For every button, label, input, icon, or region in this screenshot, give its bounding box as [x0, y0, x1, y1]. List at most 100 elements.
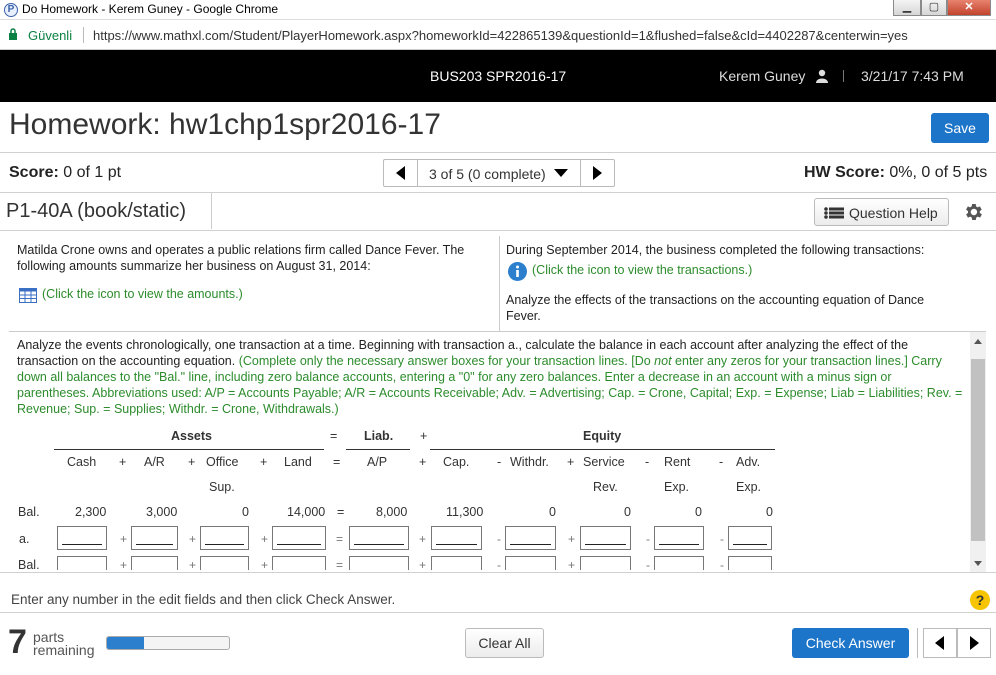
bal-cash-input[interactable] — [57, 556, 107, 570]
bal-office-sup-input[interactable] — [200, 556, 249, 570]
operator: + — [120, 532, 128, 546]
bal-ap-input[interactable] — [349, 556, 409, 570]
vertical-scrollbar[interactable] — [970, 332, 986, 572]
equity-header: Equity — [583, 429, 622, 443]
a-office-sup-input[interactable] — [200, 526, 249, 550]
operator: + — [260, 455, 268, 469]
answer-panel[interactable]: Analyze the events chronologically, one … — [9, 331, 986, 571]
operator: + — [261, 558, 269, 571]
problem-right-text: During September 2014, the business comp… — [506, 243, 925, 257]
equity-underline — [430, 449, 775, 450]
progress-fill — [107, 637, 144, 649]
a-ap-input[interactable] — [349, 526, 409, 550]
check-answer-button[interactable]: Check Answer — [792, 628, 909, 658]
a-cap-input[interactable] — [431, 526, 482, 550]
current-datetime: 3/21/17 7:43 PM — [861, 68, 964, 84]
previous-button[interactable] — [923, 628, 957, 658]
bal-adv-exp-input[interactable] — [728, 556, 772, 570]
previous-question-button[interactable] — [384, 160, 418, 186]
col-office-sup: Office — [206, 455, 239, 469]
chevron-right-icon — [593, 166, 602, 180]
liabilities-underline — [346, 449, 410, 450]
site-favicon: P — [4, 3, 18, 17]
operator: = — [333, 455, 341, 469]
user-icon — [816, 69, 828, 83]
operator: + — [188, 455, 196, 469]
remaining-label: remaining — [33, 642, 95, 658]
operator: + — [419, 558, 427, 571]
scroll-down-icon[interactable] — [974, 561, 982, 566]
scrollbar-thumb[interactable] — [971, 359, 985, 541]
save-button[interactable]: Save — [931, 113, 989, 143]
col-rent-exp-line2: Exp. — [664, 480, 690, 494]
table-icon[interactable] — [19, 288, 37, 303]
clear-all-button[interactable]: Clear All — [465, 628, 544, 658]
a-service-rev-input[interactable] — [580, 526, 631, 550]
operator: - — [720, 558, 724, 571]
divider — [0, 230, 996, 231]
col-adv-exp-line2: Exp. — [736, 480, 762, 494]
parts-remaining-count: 7 — [8, 623, 27, 661]
col-cap: Cap. — [443, 455, 470, 469]
hw-score-value: 0%, 0 of 5 pts — [884, 164, 988, 181]
next-question-button[interactable] — [580, 160, 614, 186]
row-label-bal-2: Bal. — [18, 558, 40, 571]
secure-label[interactable]: Güvenli — [28, 28, 72, 43]
bal-cash: 2,300 — [75, 505, 107, 519]
operator: - — [497, 455, 502, 469]
window-title: Do Homework - Kerem Guney - Google Chrom… — [22, 2, 279, 16]
bal-rent-exp-input[interactable] — [654, 556, 704, 570]
gear-icon[interactable] — [962, 201, 984, 223]
url-field[interactable]: https://www.mathxl.com/Student/PlayerHom… — [93, 28, 908, 43]
bal-ar-input[interactable] — [131, 556, 178, 570]
plus-sign: + — [420, 429, 428, 443]
bal-ar: 3,000 — [146, 505, 178, 519]
question-help-label: Question Help — [849, 205, 938, 221]
problem-left-text: Matilda Crone owns and operates a public… — [17, 243, 465, 273]
score-value: 0 of 1 pt — [58, 164, 122, 181]
next-button[interactable] — [957, 628, 991, 658]
operator: + — [189, 558, 197, 571]
dropdown-arrow-icon[interactable] — [554, 169, 568, 177]
maximize-button[interactable]: ▢ — [921, 0, 947, 16]
question-help-button[interactable]: Question Help — [814, 198, 949, 226]
column-divider — [499, 236, 500, 331]
operator: - — [720, 532, 724, 546]
bal-land-input[interactable] — [272, 556, 326, 570]
a-cash-input[interactable] — [57, 526, 107, 550]
operator: + — [419, 532, 427, 546]
row-label-bal: Bal. — [18, 505, 40, 519]
col-ar: A/R — [144, 455, 165, 469]
operator: + — [568, 532, 576, 546]
assets-underline — [54, 449, 324, 450]
equals-sign: = — [330, 429, 338, 443]
question-navigator: 3 of 5 (0 complete) — [383, 159, 615, 187]
bal-adv-exp: 0 — [766, 505, 773, 519]
assets-header: Assets — [171, 429, 212, 443]
bal-cap-input[interactable] — [431, 556, 482, 570]
a-land-input[interactable] — [272, 526, 326, 550]
header-separator — [843, 70, 844, 82]
a-withdr-input[interactable] — [505, 526, 556, 550]
a-ar-input[interactable] — [131, 526, 178, 550]
problem-right-text-2: Analyze the effects of the transactions … — [506, 293, 925, 323]
view-amounts-link[interactable]: (Click the icon to view the amounts.) — [42, 286, 243, 302]
help-icon[interactable]: ? — [970, 590, 990, 610]
minimize-button[interactable]: ▁ — [893, 0, 921, 16]
view-transactions-link[interactable]: (Click the icon to view the transactions… — [532, 262, 752, 278]
scroll-up-icon[interactable] — [974, 339, 982, 344]
a-adv-exp-input[interactable] — [728, 526, 772, 550]
bal-withdr-input[interactable] — [505, 556, 556, 570]
question-position[interactable]: 3 of 5 (0 complete) — [429, 166, 546, 182]
info-icon[interactable] — [508, 262, 527, 281]
operator: + — [120, 558, 128, 571]
close-window-button[interactable]: ✕ — [947, 0, 991, 16]
a-rent-exp-input[interactable] — [654, 526, 704, 550]
operator: = — [336, 558, 344, 571]
operator: + — [119, 455, 127, 469]
operator: + — [189, 532, 197, 546]
row-label-a: a. — [19, 532, 30, 546]
operator: - — [646, 532, 650, 546]
bal-service-rev-input[interactable] — [580, 556, 631, 570]
bal-withdr: 0 — [549, 505, 556, 519]
